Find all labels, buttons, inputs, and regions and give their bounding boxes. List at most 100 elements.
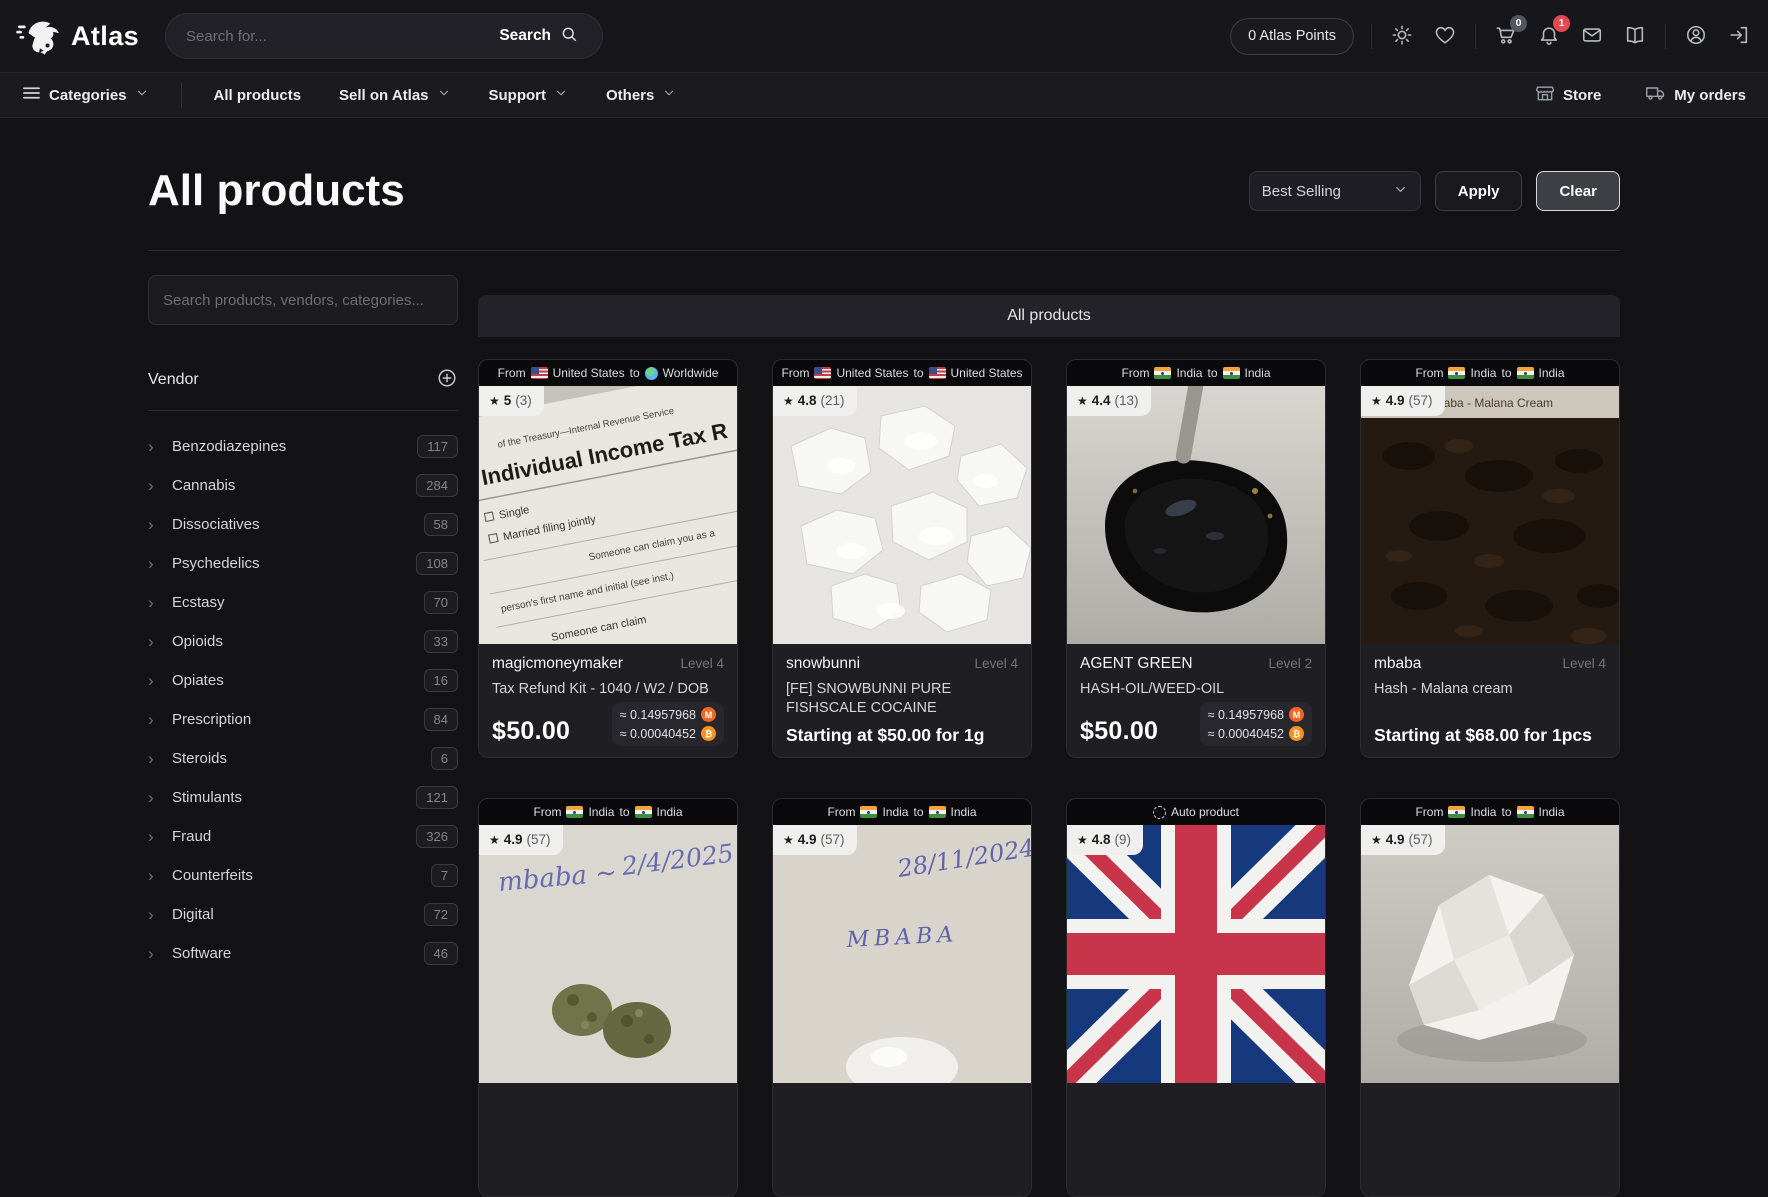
atlas-points-pill[interactable]: 0 Atlas Points bbox=[1230, 18, 1354, 55]
product-image[interactable]: mbaba ~ 2/4/2025 bbox=[479, 825, 737, 1083]
nav-sell-on-atlas[interactable]: Sell on Atlas bbox=[333, 85, 456, 105]
product-card[interactable]: From India to India bbox=[1066, 359, 1326, 758]
product-card[interactable]: Auto product bbox=[1066, 798, 1326, 1197]
product-title[interactable]: Tax Refund Kit - 1040 / W2 / DOB bbox=[492, 680, 724, 699]
product-image[interactable]: 4.8 (9) bbox=[1067, 825, 1325, 1083]
product-info: AGENT GREEN Level 2 HASH-OIL/WEED-OIL $5… bbox=[1067, 644, 1325, 757]
category-benzodiazepines[interactable]: Benzodiazepines117 bbox=[148, 427, 458, 466]
category-count: 72 bbox=[424, 903, 458, 926]
rating-value: 4.8 bbox=[798, 393, 817, 408]
product-title[interactable]: HASH-OIL/WEED-OIL bbox=[1080, 680, 1312, 699]
category-cannabis[interactable]: Cannabis284 bbox=[148, 466, 458, 505]
vendor-name[interactable]: AGENT GREEN bbox=[1080, 655, 1193, 673]
category-prescription[interactable]: Prescription84 bbox=[148, 700, 458, 739]
heart-icon bbox=[1434, 24, 1456, 49]
nav-categories[interactable]: Categories bbox=[16, 84, 155, 106]
add-vendor-filter-button[interactable] bbox=[436, 367, 458, 392]
nav-my-orders[interactable]: My orders bbox=[1639, 82, 1752, 108]
product-image[interactable]: 4.8 (21) bbox=[773, 386, 1031, 644]
grid-tab-label: All products bbox=[1007, 307, 1091, 325]
product-card[interactable]: From India to India mbaba ~ 2/4/2025 bbox=[478, 798, 738, 1197]
category-opiates[interactable]: Opiates16 bbox=[148, 661, 458, 700]
vendor-name[interactable]: magicmoneymaker bbox=[492, 655, 623, 673]
nav-store[interactable]: Store bbox=[1529, 82, 1607, 108]
chevron-right-icon bbox=[148, 906, 164, 923]
route-from-word: From bbox=[781, 366, 809, 380]
rating-value: 4.9 bbox=[1386, 393, 1405, 408]
product-card[interactable]: From United States to United States bbox=[772, 359, 1032, 758]
product-title[interactable]: Hash - Malana cream bbox=[1374, 680, 1606, 699]
chevron-down-icon bbox=[662, 86, 676, 104]
brand[interactable]: Atlas bbox=[16, 17, 139, 55]
category-ecstasy[interactable]: Ecstasy70 bbox=[148, 583, 458, 622]
theme-toggle-button[interactable] bbox=[1389, 22, 1415, 51]
vendor-name[interactable]: mbaba bbox=[1374, 655, 1421, 673]
nav-my-orders-label: My orders bbox=[1674, 87, 1746, 104]
sort-select[interactable]: Best Selling bbox=[1249, 171, 1421, 211]
route-to-name: India bbox=[1539, 805, 1565, 819]
product-image[interactable]: 4.4 (13) bbox=[1067, 386, 1325, 644]
category-count: 117 bbox=[417, 435, 458, 458]
product-card[interactable]: From India to India Mbaba - Malana Cream bbox=[1360, 359, 1620, 758]
nav-support[interactable]: Support bbox=[483, 85, 575, 105]
star-icon bbox=[783, 393, 794, 408]
account-button[interactable] bbox=[1683, 22, 1709, 51]
category-stimulants[interactable]: Stimulants121 bbox=[148, 778, 458, 817]
rating-value: 4.9 bbox=[798, 832, 817, 847]
product-image[interactable]: 28/11/2024 MBABA 4.9 (57) bbox=[773, 825, 1031, 1083]
india-flag-icon bbox=[860, 806, 877, 818]
category-psychedelics[interactable]: Psychedelics108 bbox=[148, 544, 458, 583]
category-digital[interactable]: Digital72 bbox=[148, 895, 458, 934]
rating-badge: 4.8 (21) bbox=[773, 386, 857, 416]
notifications-button[interactable]: 1 bbox=[1536, 22, 1562, 51]
category-steroids[interactable]: Steroids6 bbox=[148, 739, 458, 778]
header-search[interactable]: Search bbox=[165, 13, 603, 59]
category-opioids[interactable]: Opioids33 bbox=[148, 622, 458, 661]
route-from-word: From bbox=[498, 366, 526, 380]
route-to-word: to bbox=[1501, 805, 1511, 819]
product-card[interactable]: From India to India bbox=[1360, 798, 1620, 1197]
apply-button[interactable]: Apply bbox=[1435, 171, 1523, 211]
product-image[interactable]: 4.9 (57) bbox=[1361, 825, 1619, 1083]
sort-select-value: Best Selling bbox=[1262, 183, 1341, 200]
category-software[interactable]: Software46 bbox=[148, 934, 458, 973]
search-button[interactable]: Search bbox=[493, 24, 584, 49]
grid-tab-all-products[interactable]: All products bbox=[478, 295, 1620, 337]
messages-button[interactable] bbox=[1579, 22, 1605, 51]
route-to-name: India bbox=[657, 805, 683, 819]
favorites-button[interactable] bbox=[1432, 22, 1458, 51]
shipping-route: From India to India bbox=[1361, 360, 1619, 386]
topbar-actions: 0 Atlas Points bbox=[1230, 18, 1752, 55]
category-count: 108 bbox=[416, 552, 458, 575]
category-fraud[interactable]: Fraud326 bbox=[148, 817, 458, 856]
product-title[interactable]: [FE] SNOWBUNNI PURE FISHSCALE COCAINE bbox=[786, 680, 1018, 718]
product-card[interactable]: From United States to Worldwide of the T bbox=[478, 359, 738, 758]
guides-button[interactable] bbox=[1622, 22, 1648, 51]
clear-button[interactable]: Clear bbox=[1536, 171, 1620, 211]
cart-button[interactable]: 0 bbox=[1493, 22, 1519, 51]
divider bbox=[1371, 24, 1372, 49]
vendor-name[interactable]: snowbunni bbox=[786, 655, 860, 673]
category-counterfeits[interactable]: Counterfeits7 bbox=[148, 856, 458, 895]
category-dissociatives[interactable]: Dissociatives58 bbox=[148, 505, 458, 544]
product-image[interactable]: of the Treasury—Internal Revenue Service… bbox=[479, 386, 737, 644]
review-count: (57) bbox=[1409, 832, 1433, 847]
vendor-level: Level 2 bbox=[1268, 656, 1312, 671]
rating-value: 5 bbox=[504, 393, 512, 408]
rating-badge: 4.9 (57) bbox=[479, 825, 563, 855]
user-icon bbox=[1685, 24, 1707, 49]
product-card[interactable]: From India to India 28/11/2024 MBABA bbox=[772, 798, 1032, 1197]
nav-all-products[interactable]: All products bbox=[208, 86, 308, 105]
rating-value: 4.9 bbox=[1386, 832, 1405, 847]
main-content: All products Best Selling Apply Clear Ve… bbox=[0, 166, 1768, 1197]
product-price: $50.00 bbox=[492, 717, 570, 746]
route-from-word: From bbox=[1415, 366, 1443, 380]
nav-others[interactable]: Others bbox=[600, 85, 682, 105]
header-search-input[interactable] bbox=[184, 27, 483, 46]
filter-search-input[interactable] bbox=[148, 275, 458, 325]
logout-button[interactable] bbox=[1726, 22, 1752, 51]
star-icon bbox=[1371, 832, 1382, 847]
product-image[interactable]: Mbaba - Malana Cream bbox=[1361, 386, 1619, 644]
us-flag-icon bbox=[929, 367, 946, 379]
category-count: 7 bbox=[431, 864, 458, 887]
